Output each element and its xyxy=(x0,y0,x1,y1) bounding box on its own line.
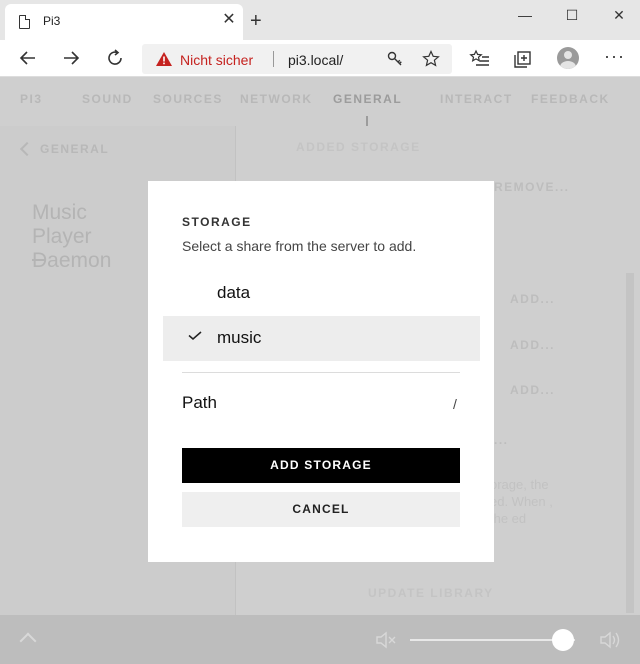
ellipsis-link[interactable]: ... xyxy=(494,433,509,447)
active-nav-indicator xyxy=(366,116,368,126)
url-text[interactable]: pi3.local/ xyxy=(288,52,343,68)
add-link-2[interactable]: ADD... xyxy=(510,338,555,352)
collections-icon[interactable] xyxy=(512,48,534,70)
refresh-icon[interactable] xyxy=(102,45,128,71)
background-description: orage, the ed. When , the ed xyxy=(490,477,553,526)
share-option-music[interactable]: music xyxy=(163,316,480,361)
nav-item-sound[interactable]: SOUND xyxy=(82,92,133,106)
chevron-up-icon[interactable] xyxy=(19,632,37,650)
maximize-button[interactable]: ☐ xyxy=(557,4,587,26)
browser-titlebar: Pi3 ✕ + — ☐ ✕ xyxy=(0,0,640,40)
security-label[interactable]: Nicht sicher xyxy=(180,52,253,68)
warning-icon xyxy=(156,52,172,66)
back-to-general-link[interactable]: GENERAL xyxy=(22,142,109,156)
nav-item-pi3[interactable]: PI3 xyxy=(20,92,43,106)
tab-close-button[interactable]: ✕ xyxy=(221,12,237,28)
added-storage-heading: ADDED STORAGE xyxy=(296,140,421,154)
remove-link[interactable]: REMOVE... xyxy=(494,180,570,194)
volume-slider[interactable] xyxy=(410,639,575,641)
nav-item-feedback[interactable]: FEEDBACK xyxy=(531,92,610,106)
favorites-list-icon[interactable] xyxy=(469,48,491,70)
nav-item-sources[interactable]: SOURCES xyxy=(153,92,223,106)
favorite-star-icon[interactable] xyxy=(422,50,440,68)
share-option-data[interactable]: data xyxy=(163,271,480,316)
checkmark-icon xyxy=(188,331,202,340)
profile-avatar[interactable] xyxy=(557,47,579,69)
nav-item-general[interactable]: GENERAL xyxy=(333,92,402,106)
player-bar xyxy=(0,615,640,664)
dialog-subtitle: Select a share from the server to add. xyxy=(182,238,417,254)
back-link-label: GENERAL xyxy=(40,142,110,156)
volume-high-icon[interactable] xyxy=(598,629,624,651)
title-underline xyxy=(32,259,46,261)
close-window-button[interactable]: ✕ xyxy=(604,4,634,26)
page-icon xyxy=(19,15,30,29)
volume-low-icon[interactable] xyxy=(374,629,398,651)
share-option-label: data xyxy=(217,283,251,302)
key-icon[interactable] xyxy=(386,50,404,68)
browser-tab[interactable]: Pi3 ✕ xyxy=(5,4,243,40)
top-navigation: PI3 SOUND SOURCES NETWORK GENERAL INTERA… xyxy=(0,92,640,110)
address-bar[interactable]: Nicht sicher pi3.local/ xyxy=(142,44,452,74)
back-arrow-icon[interactable] xyxy=(15,45,41,71)
cancel-button[interactable]: CANCEL xyxy=(182,492,460,527)
dialog-title: STORAGE xyxy=(182,215,252,229)
share-option-label: music xyxy=(217,328,262,347)
page-scrollbar[interactable] xyxy=(626,273,634,613)
update-library-button[interactable]: UPDATE LIBRARY xyxy=(368,586,494,600)
add-link-1[interactable]: ADD... xyxy=(510,292,555,306)
storage-dialog: STORAGE Select a share from the server t… xyxy=(148,181,494,562)
nav-item-interact[interactable]: INTERACT xyxy=(440,92,513,106)
tab-title: Pi3 xyxy=(43,14,61,28)
new-tab-button[interactable]: + xyxy=(250,11,262,31)
path-label: Path xyxy=(182,393,217,412)
address-divider xyxy=(273,51,274,67)
minimize-button[interactable]: — xyxy=(510,4,540,26)
path-value[interactable]: / xyxy=(453,396,457,412)
volume-slider-handle[interactable] xyxy=(552,629,575,651)
dialog-divider xyxy=(182,372,460,373)
more-menu-button[interactable]: ··· xyxy=(604,46,625,67)
section-title: Music Player Daemon xyxy=(32,201,112,272)
browser-navbar: Nicht sicher pi3.local/ ··· xyxy=(0,40,640,77)
add-link-3[interactable]: ADD... xyxy=(510,383,555,397)
forward-arrow-icon[interactable] xyxy=(58,45,84,71)
add-storage-button[interactable]: ADD STORAGE xyxy=(182,448,460,483)
nav-item-network[interactable]: NETWORK xyxy=(240,92,313,106)
